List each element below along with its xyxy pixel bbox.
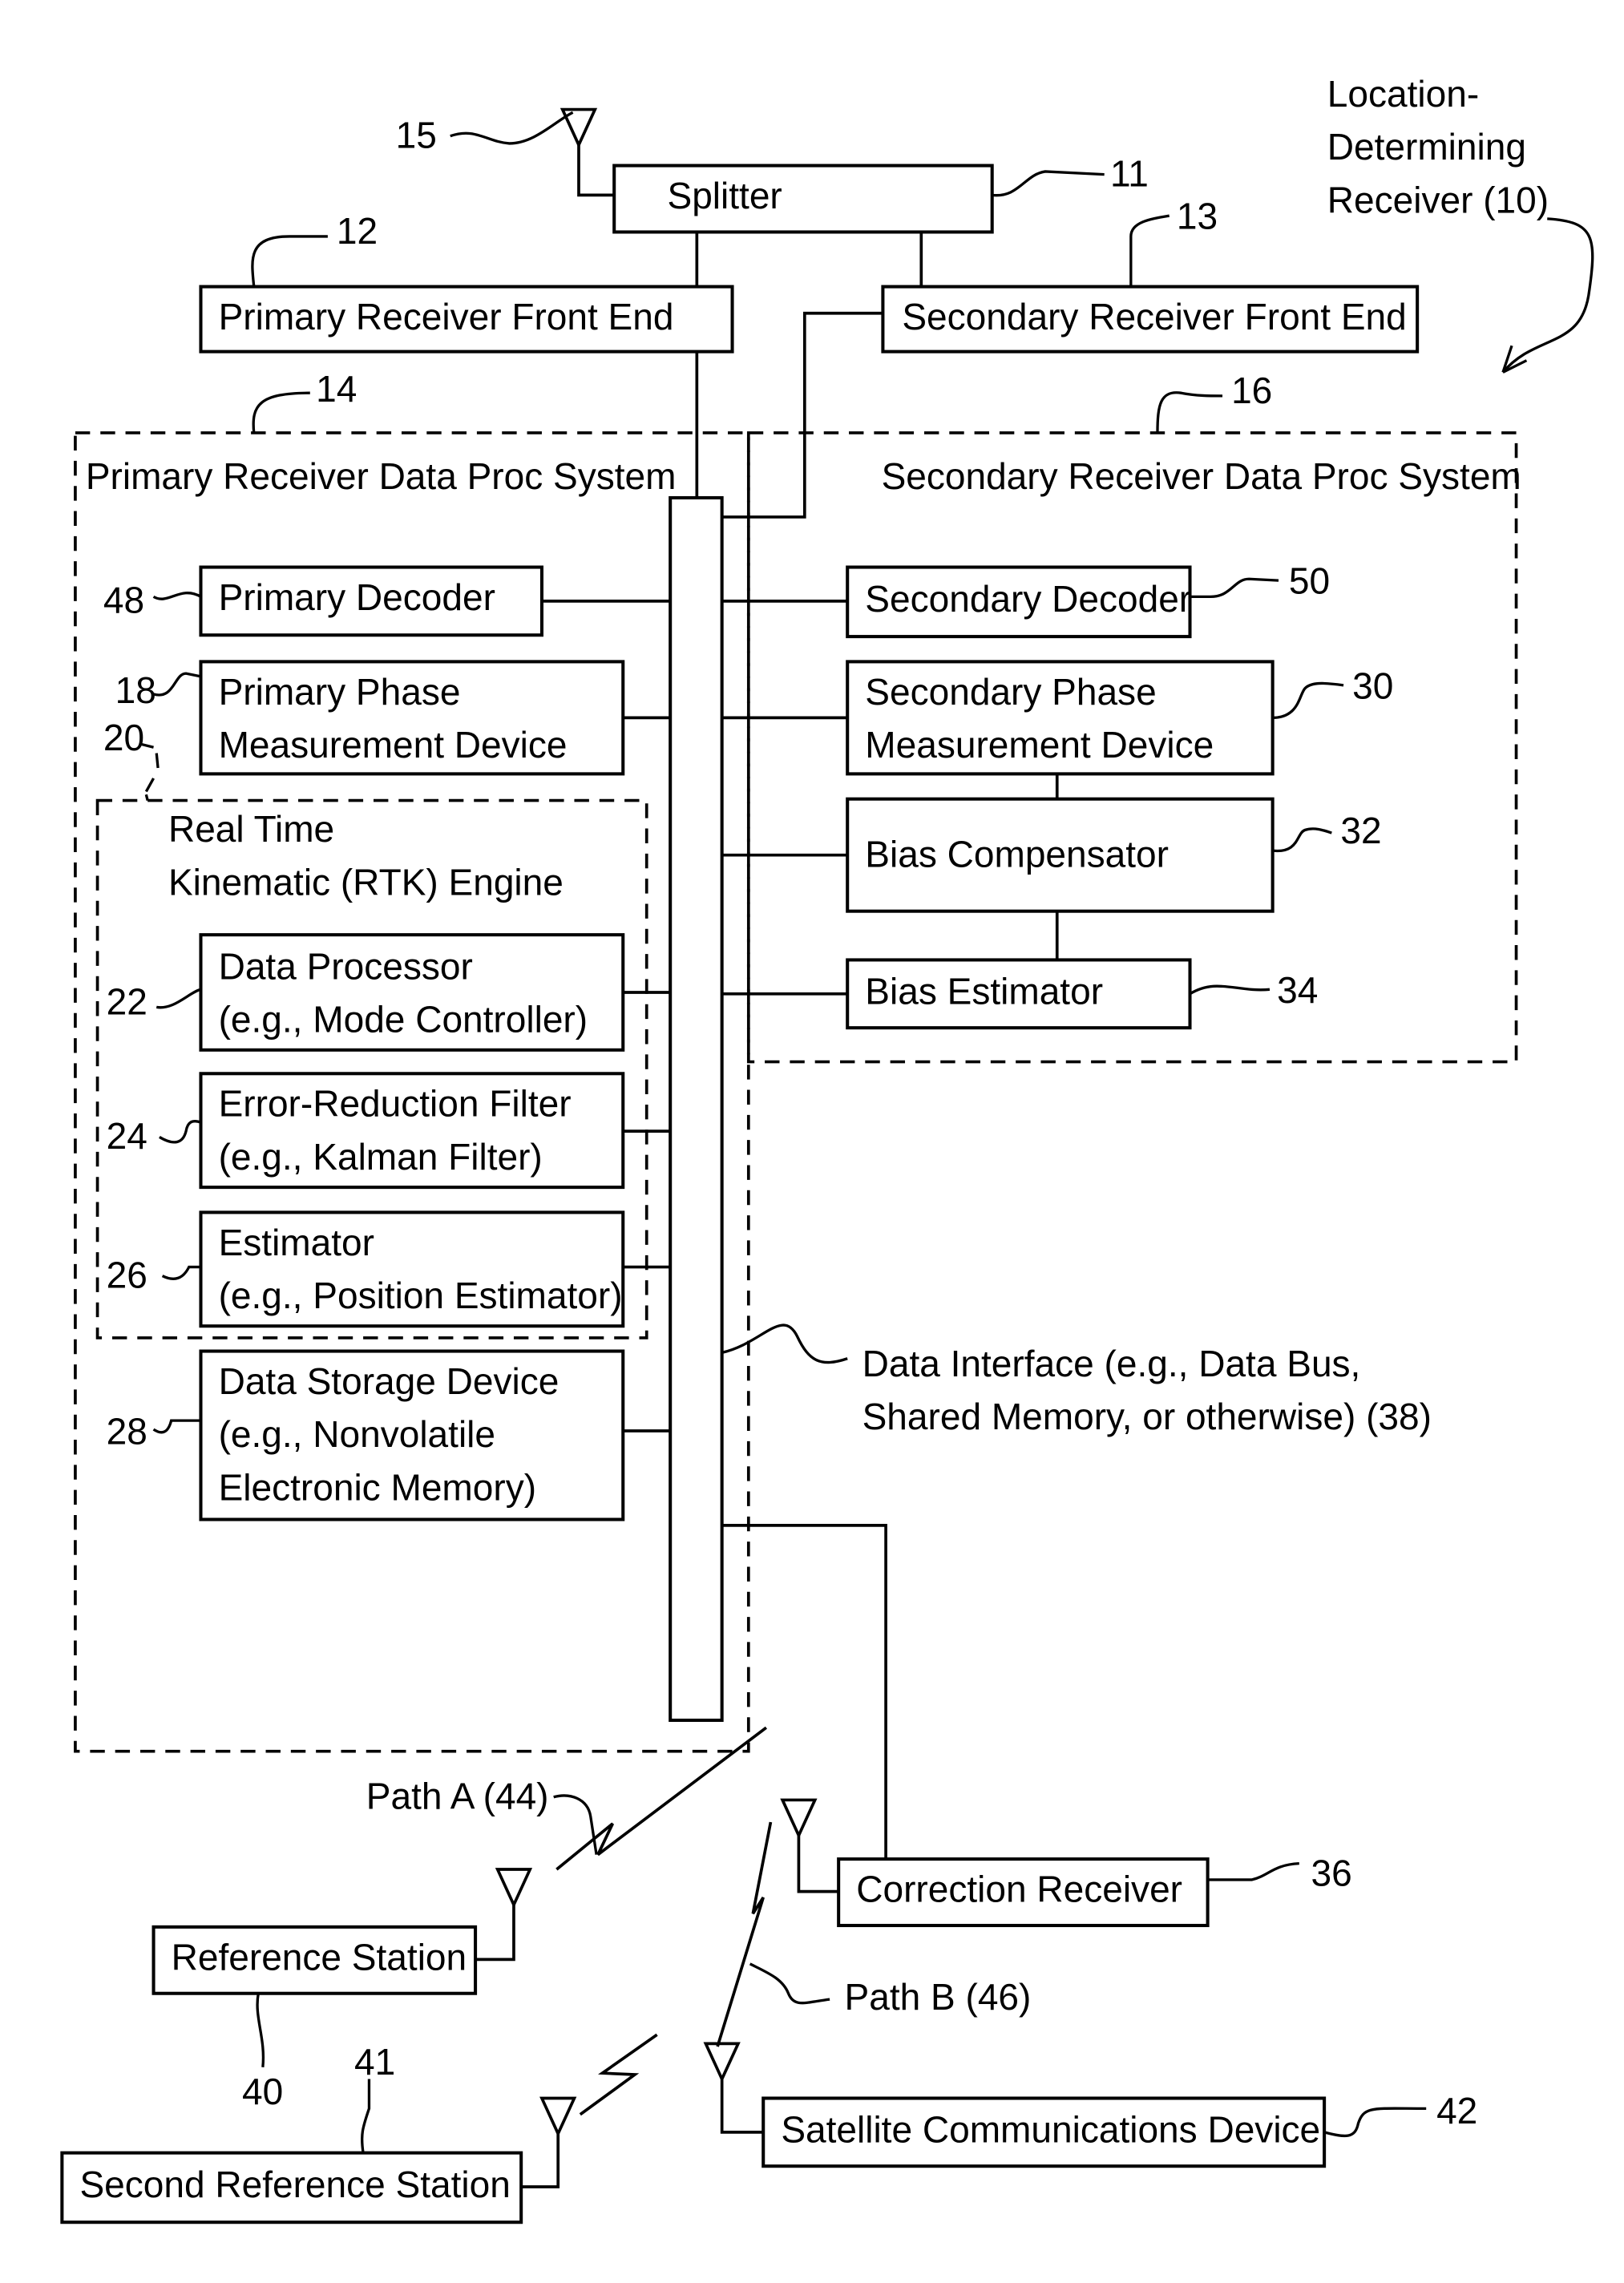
satellite-antenna-icon (703, 2042, 741, 2083)
primary-front-end-leader (251, 235, 328, 287)
error-filter-label: Error-Reduction Filter (219, 1083, 572, 1125)
wire-antenna-splitter (577, 144, 615, 197)
data-interface-label: Data Interface (e.g., Data Bus, (862, 1343, 1361, 1384)
ref-number-primary-front-end: 12 (337, 210, 378, 252)
path-a-label: Path A (44) (366, 1776, 549, 1817)
reference-station-label: Reference Station (172, 1936, 467, 1978)
primary-phase-leader (153, 672, 201, 697)
correction-receiver-leader (1207, 1861, 1299, 1881)
ref-number-reference-station: 40 (242, 2071, 283, 2112)
group-secondary-leader (1156, 391, 1223, 433)
error-filter-leader (159, 1120, 202, 1144)
wire-antenna-second-reference (521, 2133, 560, 2188)
rtk-engine-label: Real Time (168, 808, 334, 850)
ref-number-bias-compensator: 32 (1340, 810, 1381, 851)
reference-station-leader (256, 1993, 265, 2067)
second-reference-station-label: Second Reference Station (79, 2164, 510, 2205)
primary-phase-label: Measurement Device (219, 724, 568, 766)
wire-antenna-reference (475, 1905, 515, 1962)
secondary-phase-leader (1272, 681, 1344, 720)
secondary-front-end-label: Secondary Receiver Front End (902, 296, 1406, 337)
ref-number-estimator: 26 (107, 1254, 147, 1295)
data-storage-label: (e.g., Nonvolatile (219, 1413, 495, 1455)
data-storage-leader (152, 1419, 201, 1434)
error-filter-label: (e.g., Kalman Filter) (219, 1136, 543, 1178)
splitter-leader (992, 170, 1105, 197)
satellite-comm-leader (1323, 2107, 1427, 2138)
wire-antenna-satellite (720, 2079, 764, 2134)
secondary-phase-label: Secondary Phase (865, 671, 1156, 713)
group-primary-leader (252, 391, 310, 434)
ref-number-splitter: 11 (1110, 152, 1149, 194)
primary-front-end-label: Primary Receiver Front End (219, 296, 674, 337)
wire-antenna-correction (797, 1835, 839, 1893)
secondary-system-label: Secondary Receiver Data Proc System (882, 455, 1521, 497)
ref-number-group-secondary: 16 (1231, 370, 1272, 411)
ref-number-primary-phase: 18 (115, 669, 156, 711)
ref-number-secondary-decoder: 50 (1289, 560, 1330, 602)
primary-phase-label: Primary Phase (219, 671, 461, 713)
secondary-phase-label: Measurement Device (865, 724, 1214, 766)
bias-estimator-leader (1189, 984, 1271, 996)
path-b-label: Path B (46) (845, 1976, 1032, 2018)
primary-decoder-label: Primary Decoder (219, 576, 495, 618)
secondary-decoder-label: Secondary Decoder (865, 578, 1191, 620)
ref-number-correction-receiver: 36 (1311, 1852, 1352, 1893)
ref-number-secondary-phase: 30 (1352, 665, 1393, 706)
data-processor-leader (156, 988, 202, 1009)
second-reference-antenna-icon (539, 2096, 577, 2138)
ref-number-data-storage: 28 (107, 1411, 147, 1453)
ref-number-satellite-comm: 42 (1436, 2090, 1477, 2131)
second-reference-leader (360, 2079, 371, 2153)
correction-antenna-icon (780, 1798, 818, 1840)
data-processor-label: Data Processor (219, 945, 473, 987)
data-storage-label: Electronic Memory) (219, 1467, 536, 1509)
data-interface-bus (669, 495, 724, 1723)
primary-decoder-leader (152, 592, 202, 600)
bias-compensator-leader (1272, 827, 1332, 853)
bias-compensator-label: Bias Compensator (865, 833, 1169, 875)
path-a-leader (553, 1794, 598, 1855)
estimator-label: Estimator (219, 1222, 374, 1263)
data-processor-label: (e.g., Mode Controller) (219, 999, 588, 1040)
figure-title: Determining (1327, 126, 1526, 168)
correction-receiver-label: Correction Receiver (856, 1869, 1182, 1910)
antenna-ref-leader (450, 111, 574, 145)
ref-number-primary-decoder: 48 (103, 580, 144, 621)
primary-system-label: Primary Receiver Data Proc System (86, 455, 677, 497)
location-determining-receiver-diagram: Primary Receiver Data Proc System Seconda… (60, 73, 1594, 2224)
path-b-leader (749, 1962, 830, 2005)
figure-title: Receiver (10) (1327, 179, 1549, 220)
path-b-wireless-link-icon (716, 1821, 773, 2047)
ref-number-rtk: 20 (103, 717, 144, 758)
ref-number-bias-estimator: 34 (1277, 969, 1318, 1011)
title-arrow (1501, 217, 1594, 374)
data-interface-label: Shared Memory, or otherwise) (38) (862, 1396, 1432, 1437)
wire-bus-correction-receiver (721, 1524, 887, 1860)
bias-estimator-label: Bias Estimator (865, 971, 1103, 1012)
data-storage-label: Data Storage Device (219, 1360, 560, 1402)
estimator-label: (e.g., Position Estimator) (219, 1275, 623, 1316)
ref-number-secondary-front-end: 13 (1177, 196, 1218, 237)
ref-number-error-filter: 24 (107, 1115, 147, 1157)
ref-number-antenna-ref: 15 (396, 114, 437, 156)
ref-number-group-primary: 14 (316, 368, 357, 410)
estimator-leader (161, 1265, 201, 1280)
rtk-engine-label: Kinematic (RTK) Engine (168, 861, 564, 903)
figure-title: Location- (1327, 73, 1479, 115)
wire-secondary-fe-bus (721, 311, 883, 519)
path-a-wireless-link-icon (555, 1726, 768, 1871)
satellite-comm-label: Satellite Communications Device (781, 2109, 1320, 2151)
ref-number-data-processor: 22 (107, 981, 147, 1023)
secondary-decoder-leader (1190, 577, 1279, 599)
splitter-label: Splitter (668, 175, 782, 216)
second-reference-wireless-link-icon (579, 2033, 658, 2116)
ref-number-second-reference: 41 (354, 2041, 395, 2083)
reference-antenna-icon (495, 1868, 533, 1909)
data-interface-leader (721, 1323, 848, 1364)
secondary-front-end-leader (1129, 214, 1170, 287)
